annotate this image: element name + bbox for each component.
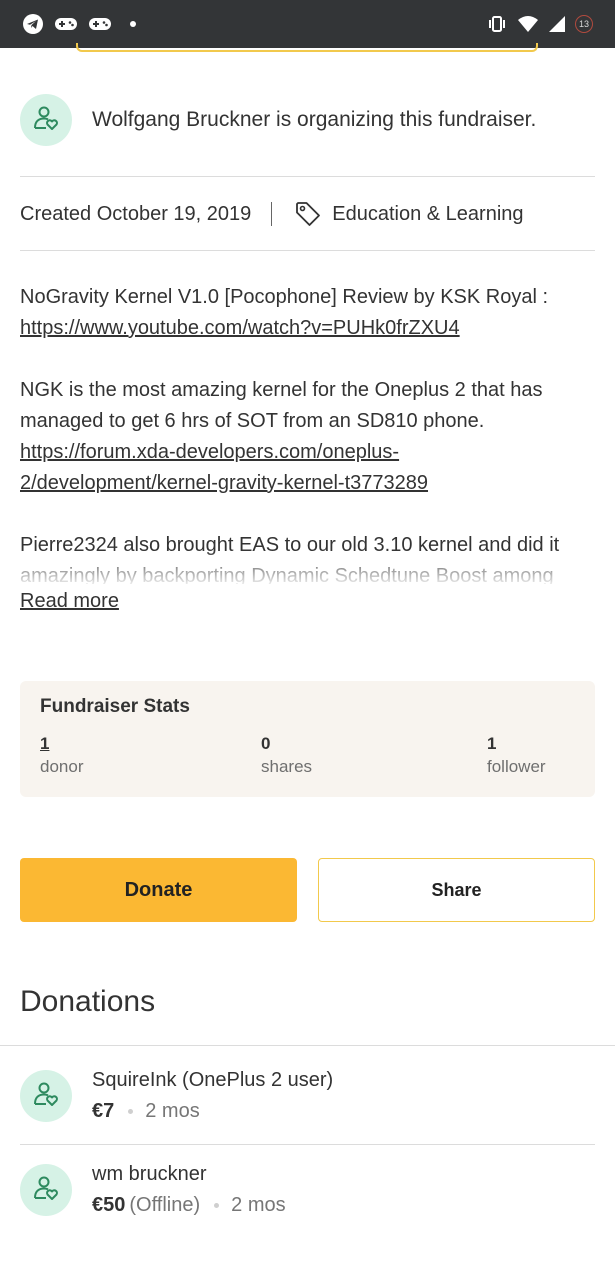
divider	[20, 1144, 595, 1145]
story-fade	[20, 550, 595, 586]
organizer-row: Wolfgang Bruckner is organizing this fun…	[20, 93, 595, 147]
donation-time: 2 mos	[231, 1194, 286, 1216]
notification-dot-icon	[130, 21, 136, 27]
donation-time: 2 mos	[145, 1100, 200, 1122]
signal-icon	[549, 16, 565, 32]
avatar	[20, 1164, 72, 1216]
stat-shares: 0 shares	[261, 734, 312, 777]
stat-donors[interactable]: 1 donor	[40, 734, 83, 777]
divider	[0, 1045, 615, 1046]
status-bar-right: 13	[487, 15, 593, 33]
donation-item: SquireInk (OnePlus 2 user) €7 2 mos	[20, 1066, 595, 1126]
user-heart-icon	[32, 104, 60, 137]
donation-info: SquireInk (OnePlus 2 user) €7 2 mos	[92, 1069, 333, 1123]
battery-icon: 13	[575, 15, 593, 33]
stat-shares-value: 0	[261, 734, 271, 753]
donation-item: wm bruckner €50 (Offline) 2 mos	[20, 1160, 595, 1220]
divider	[20, 176, 595, 177]
user-heart-icon	[32, 1174, 60, 1207]
vibrate-icon	[487, 15, 507, 33]
status-bar-left	[22, 13, 136, 35]
donor-name: wm bruckner	[92, 1163, 207, 1185]
wifi-icon	[517, 15, 539, 33]
story-link[interactable]: https://forum.xda-developers.com/oneplus…	[20, 441, 428, 494]
stat-shares-label: shares	[261, 757, 313, 776]
stat-donors-value[interactable]: 1	[40, 734, 83, 754]
meta-separator	[271, 202, 273, 226]
donation-note: (Offline)	[129, 1194, 201, 1216]
donations-title: Donations	[20, 985, 156, 1018]
telegram-icon	[22, 13, 44, 35]
donation-amount: €50	[92, 1194, 126, 1216]
avatar	[20, 1070, 72, 1122]
donate-button[interactable]: Donate	[20, 858, 297, 922]
bullet-separator	[214, 1203, 220, 1208]
status-bar: 13	[0, 0, 615, 48]
divider	[20, 250, 595, 251]
donor-name: SquireInk (OnePlus 2 user)	[92, 1069, 334, 1091]
created-date: Created October 19, 2019	[20, 202, 252, 225]
donation-amount: €7	[92, 1100, 115, 1122]
user-heart-icon	[32, 1080, 60, 1113]
donation-info: wm bruckner €50 (Offline) 2 mos	[92, 1163, 286, 1217]
organizer-text: Wolfgang Bruckner is organizing this fun…	[92, 108, 537, 131]
stat-donors-label: donor	[40, 757, 84, 776]
stats-row: 1 donor 0 shares 1 follower	[40, 734, 575, 794]
donation-meta: €50 (Offline) 2 mos	[92, 1194, 286, 1217]
fundraiser-story: NoGravity Kernel V1.0 [Pocophone] Review…	[20, 282, 595, 584]
fundraiser-stats: Fundraiser Stats 1 donor 0 shares 1 foll…	[20, 681, 595, 797]
category-link[interactable]: Education & Learning	[332, 203, 523, 226]
bullet-separator	[128, 1109, 134, 1114]
stat-followers: 1 follower	[487, 734, 546, 777]
story-link[interactable]: https://www.youtube.com/watch?v=PUHk0frZ…	[20, 317, 460, 339]
stat-followers-value: 1	[487, 734, 497, 753]
story-paragraph: NoGravity Kernel V1.0 [Pocophone] Review…	[20, 286, 549, 308]
read-more-link[interactable]: Read more	[20, 590, 119, 613]
tag-icon	[294, 200, 322, 228]
story-paragraph: NGK is the most amazing kernel for the O…	[20, 379, 543, 432]
share-button[interactable]: Share	[318, 858, 595, 922]
stat-followers-label: follower	[487, 757, 546, 776]
gamepad-icon	[88, 15, 112, 33]
previous-card-edge	[76, 43, 538, 52]
donation-meta: €7 2 mos	[92, 1100, 333, 1123]
avatar	[20, 94, 72, 146]
meta-row: Created October 19, 2019 Education & Lea…	[20, 196, 595, 232]
stats-title: Fundraiser Stats	[40, 696, 190, 717]
gamepad-icon	[54, 15, 78, 33]
